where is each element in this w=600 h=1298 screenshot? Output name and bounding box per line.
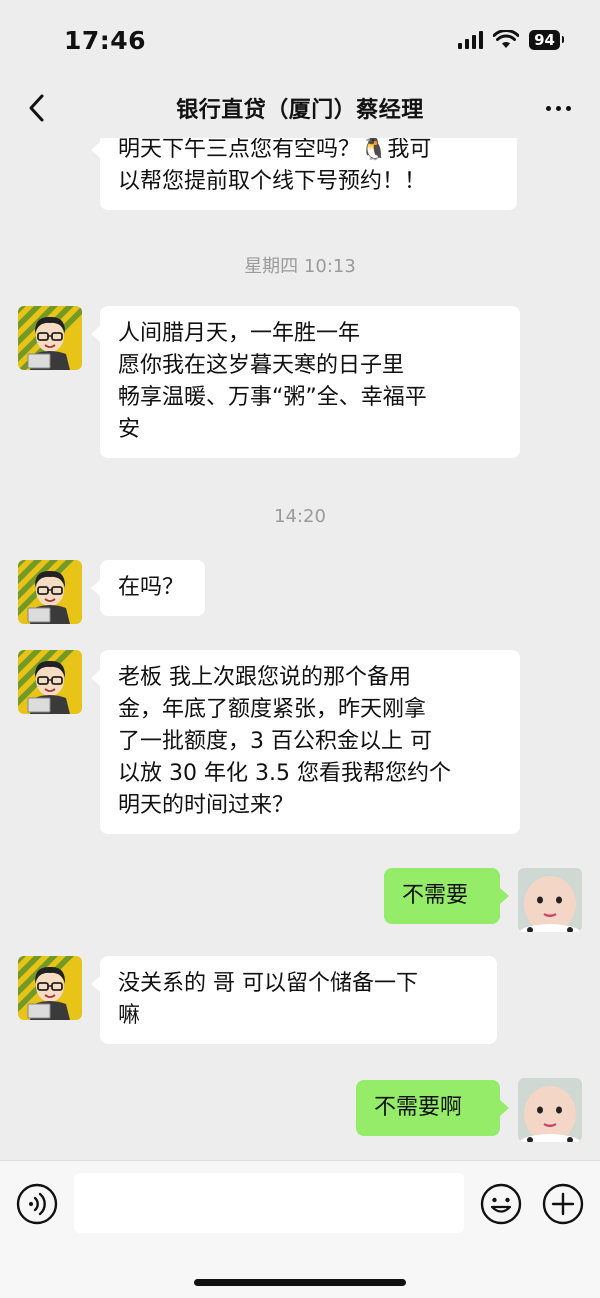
input-bar bbox=[0, 1160, 600, 1298]
status-time: 17:46 bbox=[64, 26, 147, 55]
message-text: 没关系的 哥 可以留个储备一下 bbox=[118, 971, 418, 996]
chat-area[interactable]: 明天下午三点您有空吗？🐧我可 以帮您提前取个线下号预约！！ 星期四 10:13 … bbox=[0, 138, 600, 1160]
message-text: 以放 30 年化 3.5 您看我帮您约个 bbox=[118, 761, 451, 786]
avatar[interactable] bbox=[18, 956, 82, 1020]
status-icons: 94 bbox=[458, 30, 564, 50]
nav-bar: 银行直贷（厦门）蔡经理 bbox=[0, 80, 600, 136]
message-text: 畅享温暖、万事“粥”全、幸福平 bbox=[118, 385, 427, 410]
status-bar: 17:46 94 bbox=[0, 0, 600, 80]
message-bubble: 明天下午三点您有空吗？🐧我可 以帮您提前取个线下号预约！！ bbox=[91, 138, 517, 210]
battery-indicator: 94 bbox=[529, 30, 564, 50]
avatar[interactable] bbox=[18, 560, 82, 624]
chat-title: 银行直贷（厦门）蔡经理 bbox=[176, 98, 424, 123]
message-input[interactable] bbox=[74, 1173, 464, 1233]
message-bubble: 在吗？ bbox=[91, 560, 205, 616]
cellular-signal-icon bbox=[458, 31, 484, 49]
voice-icon[interactable] bbox=[16, 1183, 58, 1225]
message-text: 在吗？ bbox=[118, 575, 185, 600]
message-text: 安 bbox=[118, 417, 141, 442]
message-bubble-self: 不需要 bbox=[384, 868, 509, 924]
message-timestamp: 14:20 bbox=[274, 506, 326, 527]
message-text: 愿你我在这岁暮天寒的日子里 bbox=[118, 353, 405, 378]
message-text: 明天的时间过来？ bbox=[118, 793, 295, 818]
emoji-icon[interactable] bbox=[480, 1183, 522, 1225]
avatar-self[interactable] bbox=[518, 1078, 582, 1142]
message-text: 老板 我上次跟您说的那个备用 bbox=[118, 665, 411, 690]
message-text: 以帮您提前取个线下号预约！！ bbox=[118, 169, 427, 194]
avatar[interactable] bbox=[18, 306, 82, 370]
chevron-left-icon[interactable] bbox=[22, 90, 58, 126]
wifi-icon bbox=[493, 30, 520, 48]
more-dots-icon[interactable] bbox=[540, 94, 576, 122]
message-bubble-self: 不需要啊 bbox=[356, 1080, 509, 1136]
message-text: 金，年底了额度紧张，昨天刚拿 bbox=[118, 697, 427, 722]
message-text: 不需要 bbox=[402, 883, 469, 908]
message-bubble: 人间腊月天，一年胜一年 愿你我在这岁暮天寒的日子里 畅享温暖、万事“粥”全、幸福… bbox=[91, 306, 520, 458]
message-text: 了一批额度，3 百公积金以上 可 bbox=[118, 729, 432, 754]
message-text: 明天下午三点您有空吗？🐧我可 bbox=[118, 138, 432, 162]
plus-icon[interactable] bbox=[542, 1183, 584, 1225]
message-text: 不需要啊 bbox=[374, 1095, 463, 1120]
home-indicator bbox=[194, 1279, 406, 1286]
message-text: 人间腊月天，一年胜一年 bbox=[118, 321, 361, 346]
message-text: 嘛 bbox=[118, 1003, 141, 1028]
message-bubble: 没关系的 哥 可以留个储备一下 嘛 bbox=[91, 956, 497, 1044]
message-bubble: 老板 我上次跟您说的那个备用 金，年底了额度紧张，昨天刚拿 了一批额度，3 百公… bbox=[91, 650, 520, 834]
message-timestamp: 星期四 10:13 bbox=[244, 256, 356, 277]
avatar[interactable] bbox=[18, 650, 82, 714]
avatar-self[interactable] bbox=[518, 868, 582, 932]
